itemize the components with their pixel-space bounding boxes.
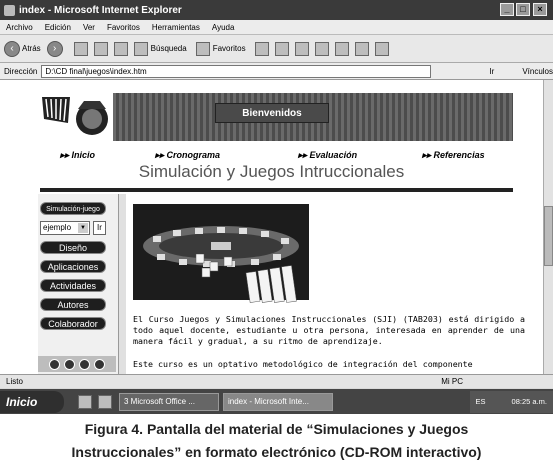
system-tray: ES 08:25 a.m. bbox=[469, 390, 553, 413]
menu-bar: Archivo Edición Ver Favoritos Herramient… bbox=[0, 20, 553, 35]
status-text: Listo bbox=[6, 377, 23, 386]
stop-icon[interactable] bbox=[73, 41, 88, 56]
links-label[interactable]: Vínculos bbox=[522, 67, 553, 76]
favorites-button[interactable]: Favoritos bbox=[193, 41, 246, 56]
ie-quicklaunch-icon[interactable] bbox=[98, 394, 112, 409]
title-bar: index - Microsoft Internet Explorer bbox=[0, 0, 553, 20]
search-button[interactable]: Búsqueda bbox=[131, 41, 187, 56]
edit-icon[interactable] bbox=[314, 41, 329, 56]
star-icon bbox=[195, 41, 210, 56]
history-icon[interactable] bbox=[254, 41, 269, 56]
back-arrow-icon: ‹ bbox=[4, 40, 20, 57]
page-scrollbar[interactable] bbox=[543, 80, 553, 374]
research-icon[interactable] bbox=[354, 41, 369, 56]
site-title: Simulación y Juegos Intruccionales bbox=[138, 162, 405, 181]
home-icon[interactable] bbox=[113, 41, 128, 56]
chevron-down-icon: ▼ bbox=[78, 223, 88, 233]
taskbar-item-office[interactable]: 3 Microsoft Office ... bbox=[119, 392, 219, 411]
mail-icon[interactable] bbox=[274, 41, 289, 56]
close-button[interactable]: × bbox=[533, 3, 547, 16]
forward-arrow-icon: › bbox=[46, 40, 63, 57]
toolbar: ‹ Atrás › Búsqueda Favoritos bbox=[0, 35, 553, 63]
zone-label: Mi PC bbox=[441, 377, 463, 386]
language-indicator[interactable]: ES bbox=[476, 397, 486, 406]
forward-button[interactable]: › bbox=[46, 40, 65, 57]
menu-archivo[interactable]: Archivo bbox=[6, 23, 33, 32]
page-content: Bienvenidos ▸▸ Inicio ▸▸ Cronograma ▸▸ E… bbox=[0, 80, 543, 374]
nav-inicio[interactable]: ▸▸ Inicio bbox=[60, 150, 95, 161]
scroll-thumb[interactable] bbox=[544, 206, 553, 266]
menu-favoritos[interactable]: Favoritos bbox=[107, 23, 140, 32]
pause-icon[interactable] bbox=[49, 358, 60, 370]
desktop-icon[interactable] bbox=[78, 394, 92, 409]
sidebar-item-colaborador[interactable]: Colaborador bbox=[40, 317, 106, 330]
back-button[interactable]: ‹ Atrás bbox=[4, 40, 41, 57]
minimize-button[interactable]: _ bbox=[500, 3, 514, 16]
site-logo bbox=[40, 93, 113, 141]
clock: 08:25 a.m. bbox=[511, 397, 547, 406]
sidebar-item-diseno[interactable]: Diseño bbox=[40, 241, 106, 254]
left-panel: Simulación-juego ejemplo ▼ Ir Diseño Apli… bbox=[38, 194, 118, 374]
ie-icon bbox=[4, 4, 15, 16]
figure-caption: Figura 4. Pantalla del material de “Simu… bbox=[0, 418, 553, 464]
nav-cronograma[interactable]: ▸▸ Cronograma bbox=[155, 150, 220, 161]
simulation-game-button[interactable]: Simulación-juego bbox=[40, 202, 106, 215]
caption-line-1: Figura 4. Pantalla del material de “Simu… bbox=[84, 421, 469, 437]
address-input[interactable]: D:\CD final\juegos\index.htm bbox=[41, 64, 432, 78]
search-icon bbox=[133, 41, 148, 56]
refresh-icon[interactable] bbox=[93, 41, 108, 56]
nav-referencias[interactable]: ▸▸ Referencias bbox=[422, 150, 485, 161]
taskbar: Inicio 3 Microsoft Office ... index - Mi… bbox=[0, 389, 553, 414]
sidebar-item-actividades[interactable]: Actividades bbox=[40, 279, 106, 292]
print-icon[interactable] bbox=[294, 41, 309, 56]
address-bar: Dirección D:\CD final\juegos\index.htm I… bbox=[0, 63, 553, 80]
go-button[interactable]: Ir bbox=[489, 67, 494, 76]
divider bbox=[40, 188, 513, 192]
welcome-banner: Bienvenidos bbox=[215, 103, 329, 123]
start-button[interactable]: Inicio bbox=[0, 390, 64, 413]
example-select[interactable]: ejemplo ▼ bbox=[40, 221, 90, 235]
caption-line-2: Instruccionales” en formato electrónico … bbox=[71, 444, 482, 460]
intro-paragraph: El Curso Juegos y Simulaciones Instrucci… bbox=[133, 314, 525, 346]
select-go-button[interactable]: Ir bbox=[93, 221, 106, 235]
messenger-icon[interactable] bbox=[374, 41, 389, 56]
media-player-controls bbox=[38, 356, 116, 372]
window-title: index - Microsoft Internet Explorer bbox=[19, 4, 182, 16]
taskbar-item-ie[interactable]: index - Microsoft Inte... bbox=[223, 392, 333, 411]
left-panel-scrollbar[interactable] bbox=[118, 194, 126, 374]
volume-icon[interactable] bbox=[79, 358, 90, 370]
discuss-icon[interactable] bbox=[334, 41, 349, 56]
menu-ayuda[interactable]: Ayuda bbox=[212, 23, 235, 32]
address-label: Dirección bbox=[4, 66, 38, 76]
screenshot: index - Microsoft Internet Explorer _ □ … bbox=[0, 0, 553, 414]
maximize-button[interactable]: □ bbox=[516, 3, 530, 16]
second-paragraph: Este curso es un optativo metodológico d… bbox=[133, 359, 473, 369]
game-cards-photo bbox=[190, 253, 300, 310]
stop-icon[interactable] bbox=[64, 358, 75, 370]
sidebar-item-autores[interactable]: Autores bbox=[40, 298, 106, 311]
status-bar: Listo Mi PC bbox=[0, 374, 553, 388]
play-icon[interactable] bbox=[94, 358, 105, 370]
nav-evaluacion[interactable]: ▸▸ Evaluación bbox=[298, 150, 357, 161]
menu-herramientas[interactable]: Herramientas bbox=[152, 23, 200, 32]
menu-ver[interactable]: Ver bbox=[83, 23, 95, 32]
banner: Bienvenidos bbox=[40, 93, 513, 141]
menu-edicion[interactable]: Edición bbox=[45, 23, 71, 32]
sidebar-item-aplicaciones[interactable]: Aplicaciones bbox=[40, 260, 106, 273]
